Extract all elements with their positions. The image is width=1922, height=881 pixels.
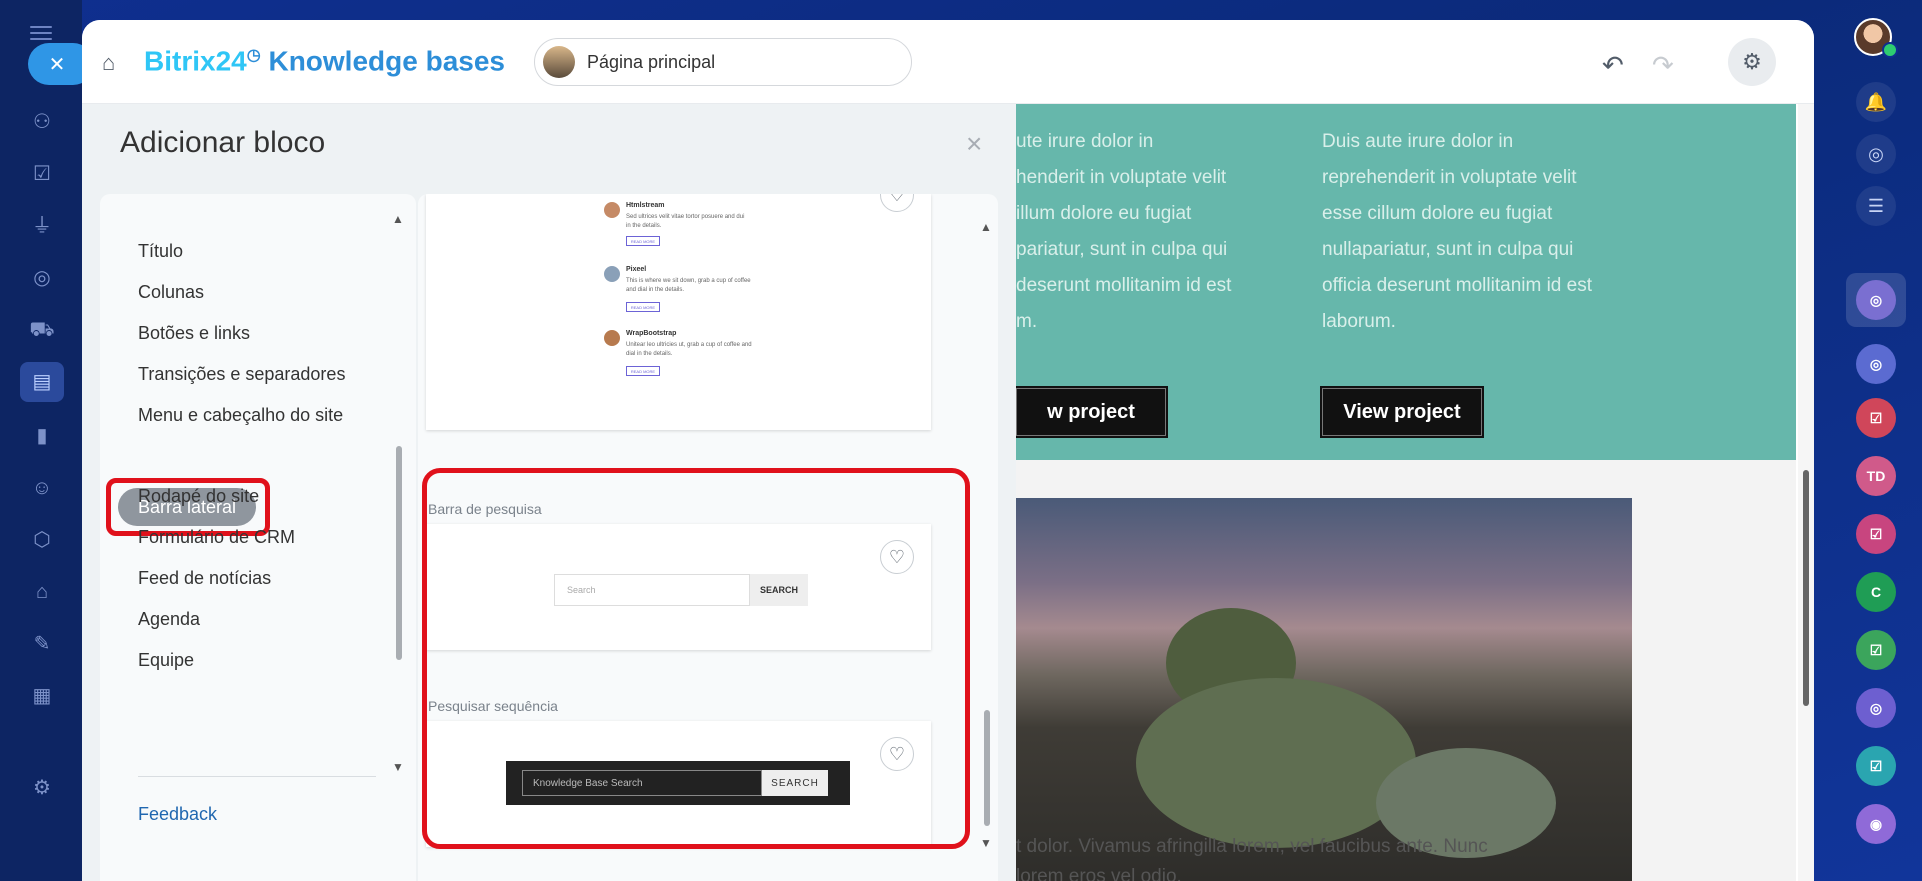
divider [138,776,376,777]
right-rail: 🔔 ◎ ☰ ◎ ◎ ☑ TD ☑ C ☑ ◎ ☑ ◉ [1818,0,1922,881]
scroll-up-icon[interactable]: ▲ [392,212,404,226]
cart-icon[interactable]: ⛟ [28,316,56,344]
sign-icon[interactable]: ✎ [28,630,56,658]
blog-entry-line: and dial in the details. [626,287,685,293]
analytics-icon[interactable]: ▮ [28,422,56,450]
category-titulo[interactable]: Título [138,241,183,262]
chat-avatar-c[interactable]: C [1856,572,1896,612]
panel-title: Adicionar bloco [120,126,326,159]
block-scrollbar-thumb[interactable] [984,710,990,826]
bell-icon[interactable]: 🔔 [1856,82,1896,122]
target-icon[interactable]: ◎ [28,264,56,292]
app-title-rest: Knowledge bases [260,45,505,77]
view-project-button-2[interactable]: View project [1320,386,1484,438]
blog-avatar [604,330,620,346]
block-scroll-up-icon[interactable]: ▲ [980,220,992,234]
preview-scrollbar-thumb[interactable] [1803,470,1809,706]
preview-scrollbar[interactable] [1798,104,1814,881]
gear-icon[interactable]: ⚙ [1728,38,1776,86]
tasks-icon[interactable]: ☑ [28,160,56,188]
knowledge-base-window: ⌂ Bitrix24◷ Knowledge bases Página princ… [82,20,1814,881]
left-nav-rail: ⚇ ☑ ⏚ ◎ ⛟ ▤ ▮ ☺ ⬡ ⌂ ✎ ▦ ⚙ [0,0,82,881]
category-list: ▲ Título Colunas Botões e links Transiçõ… [100,194,416,881]
document-icon[interactable]: ▦ [28,682,56,710]
blog-entry-line: Unitear leo ultricies ut, grab a cup of … [626,342,752,348]
funnel-icon[interactable]: ⏚ [28,212,56,240]
feedback-link[interactable]: Feedback [138,804,217,825]
scroll-down-icon[interactable]: ▼ [392,760,404,774]
landscape-image [1016,498,1632,881]
blog-entry-name: WrapBootstrap [626,330,677,337]
block-list: ▲ ♡ Htmlstream Sed ultrices velit vitae … [418,194,998,881]
home-icon[interactable]: ⌂ [102,52,126,74]
blog-avatar [604,266,620,282]
store-icon[interactable]: ⌂ [28,578,56,606]
chat-avatar-3[interactable]: ☑ [1856,398,1896,438]
category-transicoes[interactable]: Transições e separadores [138,364,345,385]
block-tile-blog[interactable]: ♡ Htmlstream Sed ultrices velit vitae to… [426,194,931,430]
close-icon[interactable]: × [966,128,982,160]
chat-avatar-7[interactable]: ☑ [1856,746,1896,786]
page-selector-label: Página principal [587,51,716,72]
sites-icon[interactable]: ▤ [20,362,64,402]
category-equipe[interactable]: Equipe [138,650,194,671]
category-agenda[interactable]: Agenda [138,609,200,630]
preview-bottom-line-1: t dolor. Vivamus afringilla lorem, vel f… [1016,836,1488,857]
category-botoes-links[interactable]: Botões e links [138,323,250,344]
chat-avatar-8[interactable]: ◉ [1856,804,1896,844]
blog-read-more: READ MORE [626,302,660,312]
undo-icon[interactable]: ↶ [1602,50,1624,81]
chat-avatar-1[interactable]: ◎ [1856,280,1896,320]
chat-avatar-td[interactable]: TD [1856,456,1896,496]
category-menu-cabecalho[interactable]: Menu e cabeçalho do site [138,405,343,426]
preview-bottom-text: t dolor. Vivamus afringilla lorem, vel f… [1016,832,1488,881]
robot-icon[interactable]: ☺ [28,474,56,502]
redo-icon[interactable]: ↷ [1652,50,1674,81]
preview-bottom-line-2: lorem eros vel odio. [1016,866,1182,881]
blog-entry-line: dial in the details. [626,351,673,357]
bush-shape [1136,678,1416,848]
chat-icon[interactable]: ☰ [1856,186,1896,226]
activity-icon[interactable]: ◎ [1856,134,1896,174]
clock-icon: ◷ [246,47,261,64]
blog-entry-line: in the details. [626,223,662,229]
blog-entry-line: Sed ultrices velit vitae tortor posuere … [626,214,745,220]
chat-avatar-4[interactable]: ☑ [1856,514,1896,554]
blog-entry-line: This is where we sit down, grab a cup of… [626,278,751,284]
page-selector[interactable]: Página principal [534,38,912,86]
blog-read-more: READ MORE [626,236,660,246]
status-dot-icon [1882,42,1898,58]
settings-rail-icon[interactable]: ⚙ [28,774,56,802]
blog-entry-name: Htmlstream [626,202,665,209]
workflow-icon[interactable]: ⚇ [28,108,56,136]
heart-icon[interactable]: ♡ [880,194,914,212]
blog-entry-name: Pixeel [626,266,647,273]
top-bar: ⌂ Bitrix24◷ Knowledge bases Página princ… [82,20,1814,104]
chat-avatar-2[interactable]: ◎ [1856,344,1896,384]
box-icon[interactable]: ⬡ [28,526,56,554]
blog-read-more: READ MORE [626,366,660,376]
add-block-panel: Adicionar bloco × ▲ Título Colunas Botõe… [82,104,1016,881]
page-thumbnail [543,46,575,78]
highlight-frame-blocks [422,468,970,849]
chat-avatar-6[interactable]: ◎ [1856,688,1896,728]
preview-text-col-2: Duis aute irure dolor in reprehenderit i… [1322,131,1592,332]
site-preview: ute irure dolor in henderit in voluptate… [1016,104,1814,881]
category-feed-noticias[interactable]: Feed de notícias [138,568,271,589]
view-project-button-1[interactable]: w project [1016,386,1168,438]
category-scrollbar-thumb[interactable] [396,446,402,660]
menu-icon[interactable] [30,26,52,40]
brand-name: Bitrix24 [144,45,247,77]
preview-text-col-1: ute irure dolor in henderit in voluptate… [1016,131,1232,332]
category-formulario-crm[interactable]: Formulário de CRM [138,527,295,548]
blog-avatar [604,202,620,218]
chat-avatar-5[interactable]: ☑ [1856,630,1896,670]
app-title: Bitrix24◷ Knowledge bases [144,45,505,77]
teal-section: ute irure dolor in henderit in voluptate… [1016,104,1796,460]
category-colunas[interactable]: Colunas [138,282,204,303]
block-scroll-down-icon[interactable]: ▼ [980,836,992,850]
category-rodape[interactable]: Rodapé do site [138,486,259,507]
